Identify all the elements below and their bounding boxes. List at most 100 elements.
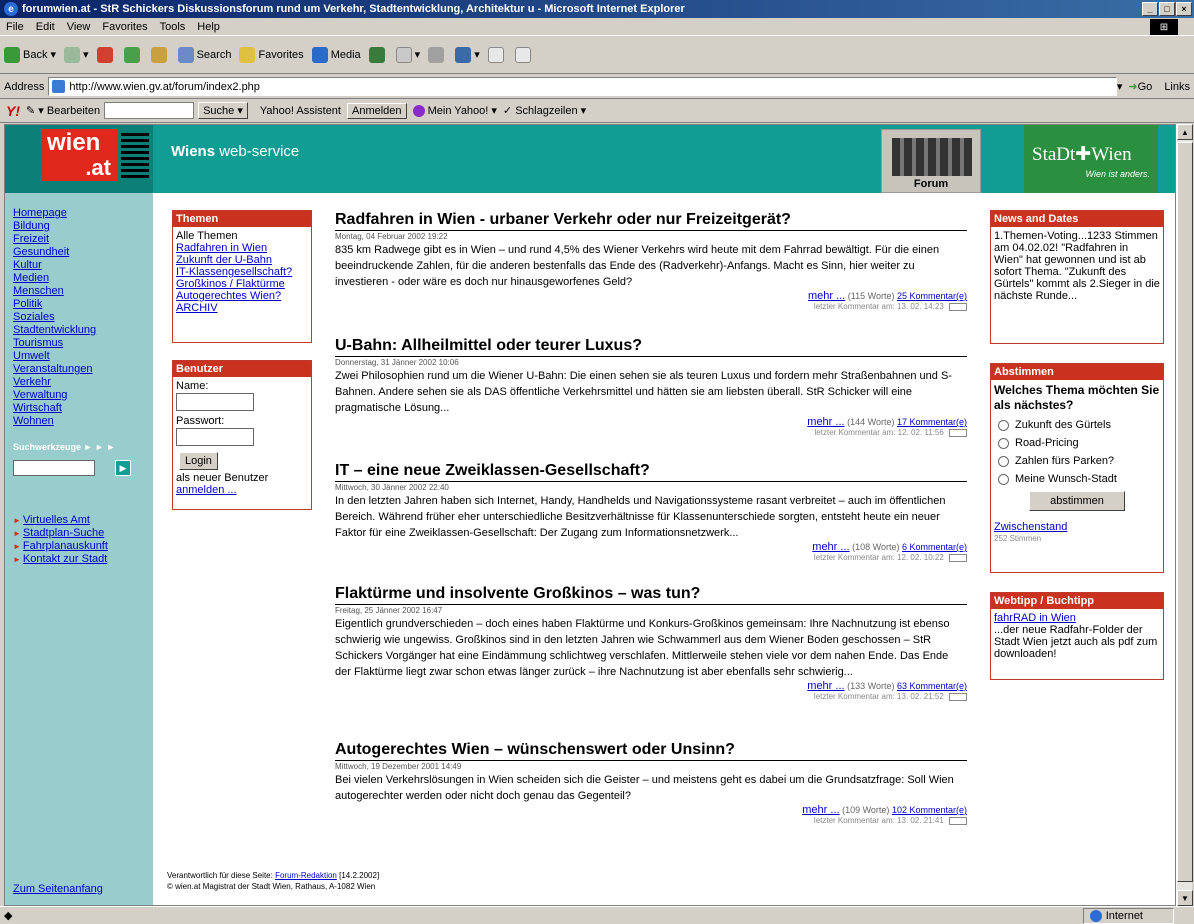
yahoo-search-input[interactable] [104, 102, 195, 119]
edit-button[interactable]: ▾ [455, 46, 480, 63]
article-comments-link[interactable]: 25 Kommentar(e) [897, 291, 967, 301]
address-dropdown-icon[interactable]: ▾ [1117, 80, 1123, 93]
nav-link-tourismus[interactable]: Tourismus [13, 337, 153, 350]
nav-link-bildung[interactable]: Bildung [13, 220, 153, 233]
mail-icon[interactable] [949, 553, 967, 562]
service-link-stadtplan[interactable]: Stadtplan-Suche [13, 527, 153, 540]
nav-link-medien[interactable]: Medien [13, 272, 153, 285]
vertical-scrollbar[interactable]: ▲ ▼ [1176, 124, 1193, 906]
service-link-kontakt[interactable]: Kontakt zur Stadt [13, 553, 153, 566]
yahoo-logo[interactable]: Y! [6, 103, 20, 119]
scroll-down-icon[interactable]: ▼ [1177, 890, 1193, 906]
menu-tools[interactable]: Tools [160, 21, 186, 33]
anmelden-button[interactable]: Anmelden [346, 102, 407, 119]
password-field[interactable] [176, 428, 254, 446]
vote-button[interactable]: abstimmen [1029, 491, 1125, 511]
poll-results-link[interactable]: Zwischenstand [994, 521, 1067, 533]
themen-link-grosskinos[interactable]: Großkinos / Flaktürme [176, 278, 308, 290]
menu-view[interactable]: View [67, 21, 91, 33]
nav-link-kultur[interactable]: Kultur [13, 259, 153, 272]
article-comments-link[interactable]: 63 Kommentar(e) [897, 681, 967, 691]
mail-icon[interactable] [949, 692, 967, 701]
home-button[interactable] [150, 46, 170, 63]
article-comments-link[interactable]: 102 Kommentar(e) [892, 805, 967, 815]
service-link-virtuelles-amt[interactable]: Virtuelles Amt [13, 514, 153, 527]
back-button[interactable]: Back ▾ [4, 46, 56, 63]
nav-link-wirtschaft[interactable]: Wirtschaft [13, 402, 153, 415]
poll-option[interactable]: Zahlen fürs Parken? [994, 455, 1160, 467]
nav-link-veranstaltungen[interactable]: Veranstaltungen [13, 363, 153, 376]
name-field[interactable] [176, 393, 254, 411]
nav-link-freizeit[interactable]: Freizeit [13, 233, 153, 246]
nav-link-politik[interactable]: Politik [13, 298, 153, 311]
close-button[interactable]: × [1176, 2, 1192, 16]
themen-link-radfahren[interactable]: Radfahren in Wien [176, 242, 308, 254]
nav-link-umwelt[interactable]: Umwelt [13, 350, 153, 363]
article-more-link[interactable]: mehr ... [802, 804, 839, 816]
article-more-link[interactable]: mehr ... [807, 680, 844, 692]
scroll-up-icon[interactable]: ▲ [1177, 124, 1193, 140]
login-button[interactable]: Login [179, 452, 218, 470]
menu-favorites[interactable]: Favorites [102, 21, 147, 33]
article-more-link[interactable]: mehr ... [807, 416, 844, 428]
messenger-button[interactable] [514, 46, 534, 63]
article-more-link[interactable]: mehr ... [808, 290, 845, 302]
poll-option[interactable]: Road-Pricing [994, 437, 1160, 449]
article-comments-link[interactable]: 17 Kommentar(e) [897, 417, 967, 427]
poll-option[interactable]: Meine Wunsch-Stadt [994, 473, 1160, 485]
stop-button[interactable] [96, 46, 116, 63]
nav-link-soziales[interactable]: Soziales [13, 311, 153, 324]
register-link[interactable]: anmelden ... [176, 484, 237, 496]
links-button[interactable]: Links [1164, 81, 1190, 93]
themen-link-archiv[interactable]: ARCHIV [176, 302, 308, 314]
mail-button[interactable]: ▾ [395, 46, 420, 63]
article-title[interactable]: Autogerechtes Wien – wünschenswert oder … [335, 741, 967, 761]
stadt-wien-logo[interactable]: StaDt✚Wien Wien ist anders. [1024, 125, 1158, 193]
print-button[interactable] [428, 46, 447, 63]
back-to-top-link[interactable]: Zum Seitenanfang [13, 883, 103, 895]
minimize-button[interactable]: _ [1142, 2, 1158, 16]
schlagzeilen-button[interactable]: ✓ Schlagzeilen ▾ [503, 104, 586, 117]
history-button[interactable] [368, 46, 388, 63]
nav-link-menschen[interactable]: Menschen [13, 285, 153, 298]
article-more-link[interactable]: mehr ... [812, 541, 849, 553]
scroll-thumb[interactable] [1177, 142, 1193, 882]
mein-yahoo-button[interactable]: Mein Yahoo! ▾ [412, 104, 497, 118]
go-button[interactable]: ➜ Go [1128, 80, 1152, 94]
nav-link-stadtentwicklung[interactable]: Stadtentwicklung [13, 324, 153, 337]
media-button[interactable]: Media [311, 46, 361, 63]
mail-icon[interactable] [949, 302, 967, 311]
menu-help[interactable]: Help [197, 21, 220, 33]
mail-icon[interactable] [949, 428, 967, 437]
article-title[interactable]: U-Bahn: Allheilmittel oder teurer Luxus? [335, 337, 967, 357]
article-comments-link[interactable]: 6 Kommentar(e) [902, 542, 967, 552]
service-link-fahrplan[interactable]: Fahrplanauskunft [13, 540, 153, 553]
radio-button[interactable] [998, 455, 1009, 467]
themen-link-autogerecht[interactable]: Autogerechtes Wien? [176, 290, 308, 302]
webtipp-link[interactable]: fahrRAD in Wien [994, 612, 1160, 624]
article-title[interactable]: Radfahren in Wien - urbaner Verkehr oder… [335, 211, 967, 231]
poll-option[interactable]: Zukunft des Gürtels [994, 419, 1160, 431]
bearbeiten-button[interactable]: ✎ ▾ Bearbeiten [26, 104, 100, 117]
nav-link-wohnen[interactable]: Wohnen [13, 415, 153, 428]
nav-link-verkehr[interactable]: Verkehr [13, 376, 153, 389]
forum-redaktion-link[interactable]: Forum-Redaktion [275, 871, 337, 880]
favorites-button[interactable]: Favorites [239, 46, 304, 63]
wien-at-logo[interactable]: wien .at [5, 125, 153, 193]
nav-link-homepage[interactable]: Homepage [13, 207, 153, 220]
site-search-input[interactable] [13, 460, 95, 476]
maximize-button[interactable]: □ [1159, 2, 1175, 16]
article-title[interactable]: Flaktürme und insolvente Großkinos – was… [335, 585, 967, 605]
menu-edit[interactable]: Edit [36, 21, 55, 33]
refresh-button[interactable] [123, 46, 143, 63]
themen-link-ubahn[interactable]: Zukunft der U-Bahn [176, 254, 308, 266]
yahoo-assistent-button[interactable]: Yahoo! Assistent [260, 105, 341, 117]
radio-button[interactable] [998, 419, 1009, 431]
mail-icon[interactable] [949, 816, 967, 825]
themen-link-it[interactable]: IT-Klassengesellschaft? [176, 266, 308, 278]
radio-button[interactable] [998, 437, 1009, 449]
nav-link-gesundheit[interactable]: Gesundheit [13, 246, 153, 259]
menu-file[interactable]: File [6, 21, 24, 33]
radio-button[interactable] [998, 473, 1009, 485]
yahoo-search-button[interactable]: Suche ▾ [198, 102, 248, 119]
